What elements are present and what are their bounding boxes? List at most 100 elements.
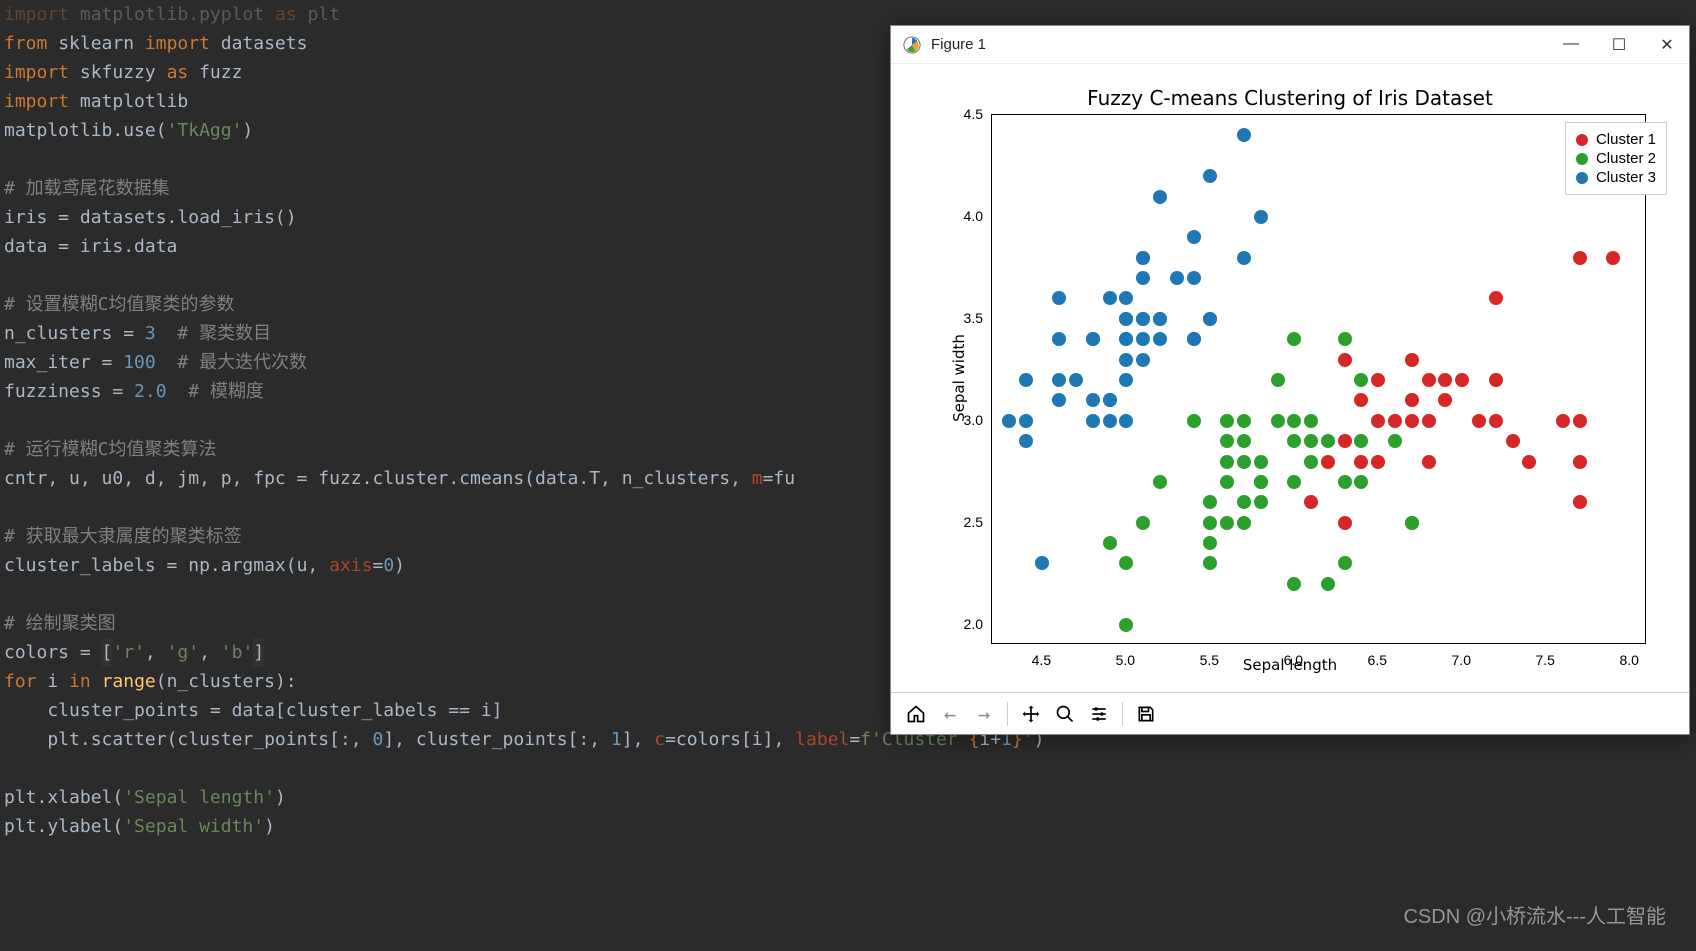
data-point — [1438, 373, 1452, 387]
window-title: Figure 1 — [931, 36, 1561, 53]
data-point — [1237, 434, 1251, 448]
data-point — [1103, 393, 1117, 407]
data-point — [1119, 373, 1133, 387]
maximize-button[interactable]: ☐ — [1609, 35, 1629, 55]
data-point — [1220, 475, 1234, 489]
data-point — [1271, 373, 1285, 387]
data-point — [1119, 353, 1133, 367]
data-point — [1203, 516, 1217, 530]
data-point — [1304, 455, 1318, 469]
data-point — [1354, 393, 1368, 407]
data-point — [1136, 516, 1150, 530]
data-point — [1119, 312, 1133, 326]
x-tick: 7.0 — [1452, 652, 1471, 668]
window-controls: — ☐ ✕ — [1561, 35, 1677, 55]
legend[interactable]: Cluster 1 Cluster 2 Cluster 3 — [1565, 122, 1667, 195]
code-line[interactable]: plt.xlabel('Sepal length') — [4, 783, 1692, 812]
legend-item[interactable]: Cluster 3 — [1576, 169, 1656, 186]
data-point — [1354, 434, 1368, 448]
data-point — [1455, 373, 1469, 387]
configure-icon[interactable] — [1084, 699, 1114, 729]
data-point — [1304, 414, 1318, 428]
data-point — [1203, 495, 1217, 509]
data-point — [1119, 556, 1133, 570]
data-point — [1438, 393, 1452, 407]
data-point — [1254, 210, 1268, 224]
watermark: CSDN @小桥流水---人工智能 — [1403, 900, 1666, 929]
y-tick: 3.0 — [943, 412, 983, 428]
data-point — [1203, 312, 1217, 326]
window-titlebar[interactable]: Figure 1 — ☐ ✕ — [891, 26, 1689, 64]
data-point — [1287, 577, 1301, 591]
data-point — [1338, 516, 1352, 530]
forward-icon[interactable]: → — [969, 699, 999, 729]
data-point — [1119, 618, 1133, 632]
data-point — [1573, 455, 1587, 469]
data-point — [1254, 495, 1268, 509]
matplotlib-toolbar: ← → — [891, 692, 1689, 734]
data-point — [1522, 455, 1536, 469]
chart-axes — [991, 114, 1646, 644]
home-icon[interactable] — [901, 699, 931, 729]
data-point — [1237, 251, 1251, 265]
data-point — [1606, 251, 1620, 265]
data-point — [1052, 291, 1066, 305]
data-point — [1187, 414, 1201, 428]
data-point — [1035, 556, 1049, 570]
y-tick: 4.0 — [943, 208, 983, 224]
data-point — [1136, 271, 1150, 285]
data-point — [1338, 332, 1352, 346]
pan-icon[interactable] — [1016, 699, 1046, 729]
legend-item[interactable]: Cluster 2 — [1576, 150, 1656, 167]
data-point — [1287, 434, 1301, 448]
data-point — [1371, 414, 1385, 428]
y-tick: 3.5 — [943, 310, 983, 326]
legend-item[interactable]: Cluster 1 — [1576, 131, 1656, 148]
save-icon[interactable] — [1131, 699, 1161, 729]
data-point — [1405, 414, 1419, 428]
data-point — [1136, 353, 1150, 367]
data-point — [1388, 434, 1402, 448]
plot-area[interactable]: Fuzzy C-means Clustering of Iris Dataset… — [891, 64, 1689, 692]
data-point — [1254, 475, 1268, 489]
data-point — [1069, 373, 1083, 387]
data-point — [1019, 373, 1033, 387]
data-point — [1187, 271, 1201, 285]
data-point — [1237, 455, 1251, 469]
minimize-button[interactable]: — — [1561, 35, 1581, 55]
data-point — [1321, 455, 1335, 469]
y-tick: 2.0 — [943, 616, 983, 632]
legend-label: Cluster 3 — [1596, 169, 1656, 186]
code-line[interactable] — [4, 754, 1692, 783]
data-point — [1103, 291, 1117, 305]
data-point — [1506, 434, 1520, 448]
back-icon[interactable]: ← — [935, 699, 965, 729]
data-point — [1220, 516, 1234, 530]
data-point — [1573, 495, 1587, 509]
data-point — [1237, 414, 1251, 428]
data-point — [1119, 291, 1133, 305]
data-point — [1422, 414, 1436, 428]
data-point — [1052, 373, 1066, 387]
code-line[interactable]: plt.ylabel('Sepal width') — [4, 812, 1692, 841]
data-point — [1338, 556, 1352, 570]
data-point — [1354, 475, 1368, 489]
data-point — [1187, 230, 1201, 244]
close-button[interactable]: ✕ — [1657, 35, 1677, 55]
data-point — [1371, 455, 1385, 469]
matplotlib-figure-window: Figure 1 — ☐ ✕ Fuzzy C-means Clustering … — [890, 25, 1690, 735]
y-tick: 4.5 — [943, 106, 983, 122]
data-point — [1136, 332, 1150, 346]
x-tick: 5.0 — [1116, 652, 1135, 668]
data-point — [1489, 291, 1503, 305]
data-point — [1338, 475, 1352, 489]
data-point — [1086, 414, 1100, 428]
data-point — [1153, 475, 1167, 489]
data-point — [1170, 271, 1184, 285]
x-tick: 5.5 — [1200, 652, 1219, 668]
data-point — [1338, 434, 1352, 448]
matplotlib-icon — [903, 36, 921, 54]
data-point — [1052, 332, 1066, 346]
x-tick: 7.5 — [1535, 652, 1554, 668]
zoom-icon[interactable] — [1050, 699, 1080, 729]
